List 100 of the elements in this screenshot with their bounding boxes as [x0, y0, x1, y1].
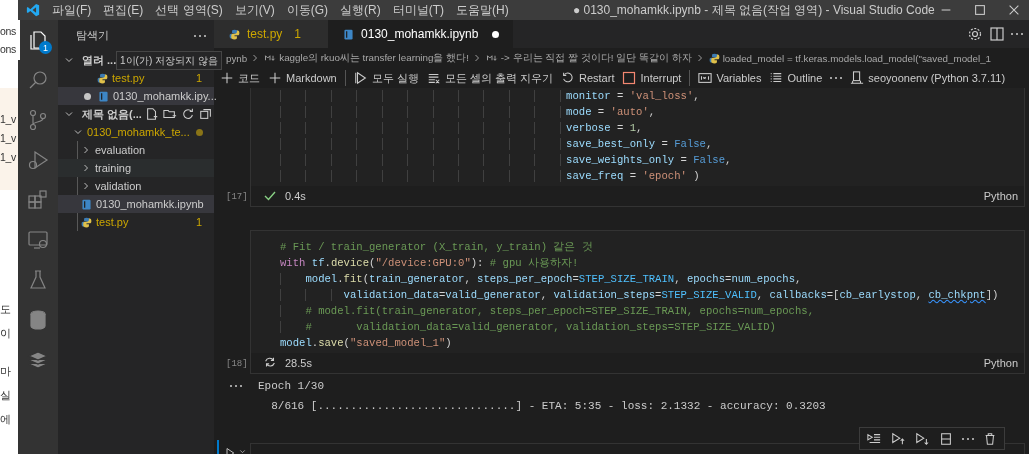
unsaved-dot [84, 92, 91, 100]
menu-item[interactable]: 선택 영역(S) [155, 1, 223, 19]
list-icon [769, 71, 784, 85]
more-icon [962, 437, 974, 440]
clear-outputs-icon [426, 71, 441, 85]
refresh-icon [180, 107, 195, 121]
run-duration: 0.4s [285, 190, 306, 202]
python-file-icon [96, 71, 109, 85]
explorer-item[interactable]: 0130_mohamkk.ipynb [58, 195, 214, 213]
modified-dot [195, 128, 203, 136]
toolbar-button[interactable]: 모든 셀의 출력 지우기 [426, 70, 553, 86]
plus-icon [220, 71, 234, 85]
background-text: 1_v [0, 150, 16, 165]
split-editor-icon [989, 26, 1005, 42]
toolbar-button[interactable]: Variables [698, 71, 762, 85]
maximize-icon [973, 3, 987, 17]
code-line: verbose = 1, [280, 120, 643, 136]
run-above-icon [890, 431, 906, 446]
close-icon [1007, 3, 1021, 17]
markdown-icon [263, 52, 278, 64]
background-text: ons [0, 24, 16, 39]
run-debug-icon [26, 148, 50, 172]
background-text: 이 [0, 326, 11, 341]
breadcrumb-item[interactable]: pynb [226, 52, 248, 64]
background-text: 실 [0, 388, 11, 403]
menu-item[interactable]: 편집(E) [103, 1, 144, 19]
code-line: model.save("saved_model_1") [280, 336, 452, 351]
language-label[interactable]: Python [983, 190, 1018, 202]
run-below-icon [914, 431, 930, 446]
code-line: # Fit / train_generator (X_train, y_train) 같은 것 [280, 240, 593, 255]
app-logo [26, 3, 40, 17]
python-file-icon [707, 51, 721, 65]
server-icon [850, 71, 865, 85]
window-title: ● 0130_mohamkk.ipynb - 제목 없음(작업 영역) - Visual Studio Code [571, 1, 936, 19]
background-text: 에 [0, 412, 11, 427]
remote-explorer-icon [26, 228, 50, 252]
menu-item[interactable]: 이동(G) [286, 1, 328, 19]
notebook-file-icon [342, 27, 356, 41]
editor-tab[interactable]: test.py 1 [214, 20, 329, 48]
breadcrumb-item[interactable]: -> 우리는 직접 짤 것이다! 일단 똑같이 하자 [484, 51, 692, 65]
settings-icon [967, 26, 983, 42]
stop-icon [622, 71, 637, 85]
panel-title: 탐색기 [76, 28, 109, 43]
code-line: # validation_data=valid_generator, validation_steps=STEP_SIZE_VALID) [280, 319, 776, 335]
editor-tab[interactable]: 0130_mohamkk.ipynb [328, 20, 514, 48]
toolbar-button[interactable]: 모두 실행 [353, 70, 419, 86]
notebook-file-icon [80, 197, 93, 211]
code-cell[interactable] [250, 230, 1025, 374]
explorer-item[interactable]: validation [58, 177, 214, 195]
run-duration: 28.5s [285, 357, 312, 369]
code-line: save_weights_only = False, [280, 152, 732, 168]
menu-item[interactable]: 도움말(H) [456, 1, 509, 19]
execution-count: [17] [225, 191, 248, 204]
folder-item[interactable]: 0130_mohamkk_te... [58, 123, 214, 141]
output-line: 8/616 [..............................] - ETA: 5:35 - loss: 2.1332 - accuracy: 0.3203 [270, 399, 826, 414]
explorer-item[interactable]: training [58, 159, 214, 177]
tooltip: 1이(가) 저장되지 않음 [116, 51, 222, 70]
toolbar-button[interactable]: Markdown [268, 71, 337, 85]
toolbar-button[interactable]: 코드 [220, 70, 260, 86]
background-text: ons [0, 42, 16, 57]
notebook-file-icon [97, 89, 110, 103]
menu-item[interactable]: 파일(F) [52, 1, 92, 19]
code-line: with tf.device("/device:GPU:0"): # gpu 사용하자! [280, 256, 579, 271]
split-cell-icon [938, 431, 954, 446]
markdown-icon [484, 52, 499, 64]
chevron-down-icon [238, 447, 247, 454]
language-label[interactable]: Python [983, 357, 1018, 369]
toolbar-button[interactable]: seoyoonenv (Python 3.7.11) [850, 71, 1006, 85]
toolbar-button[interactable]: Interrupt [622, 71, 682, 85]
code-line: # model.fit(train_generator, steps_per_epoch=STEP_SIZE_TRAIN, epochs=num_epochs, [280, 303, 815, 319]
background-text: 1_v [0, 112, 16, 127]
breadcrumb-item[interactable]: loaded_model = tf.keras.models.load_model("saved_model_1 [707, 51, 992, 65]
background-text: 마 [0, 364, 11, 379]
open-editor-item[interactable]: test.py 1 [58, 69, 214, 87]
plus-icon [268, 71, 282, 85]
menu-item[interactable]: 터미널(T) [392, 1, 444, 19]
open-editor-item[interactable]: 0130_mohamkk.ipy... [58, 87, 214, 105]
python-file-icon [80, 215, 93, 229]
background-text: 도 [0, 302, 11, 317]
output-line: Epoch 1/30 [258, 379, 324, 394]
execution-count: [18] [225, 358, 248, 371]
section-header[interactable]: 제목 없음(... [58, 105, 214, 123]
toolbar-button[interactable]: Restart [561, 71, 615, 85]
menu-item[interactable]: 실행(R) [340, 1, 381, 19]
explorer-item[interactable]: test.py 1 [58, 213, 214, 231]
more-icon [194, 34, 206, 37]
toolbar-button[interactable]: Outline [769, 71, 823, 85]
code-line: save_best_only = False, [280, 136, 713, 152]
run-all-icon [353, 71, 368, 85]
explorer-item[interactable]: evaluation [58, 141, 214, 159]
run-by-line-icon [866, 431, 882, 446]
code-cell[interactable]: monitor = 'val_loss', mode = 'auto', verbose = 1, save_best_only = False, save_weights_only = False, save_freq = 'epoch' ) 0.4s Python [250, 88, 1025, 207]
code-line: model.fit(train_generator, steps_per_epoch=STEP_SIZE_TRAIN, epochs=num_epochs, [280, 271, 802, 287]
python-file-icon [228, 27, 241, 41]
menu-item[interactable]: 보기(V) [234, 1, 275, 19]
breadcrumb-item[interactable]: kaggle의 rkuo씨는 transfer learning을 했다! [263, 51, 469, 65]
restart-icon [561, 71, 575, 85]
background-text: 1_v [0, 131, 16, 146]
new-folder-icon [162, 107, 177, 121]
new-file-icon [144, 107, 159, 121]
